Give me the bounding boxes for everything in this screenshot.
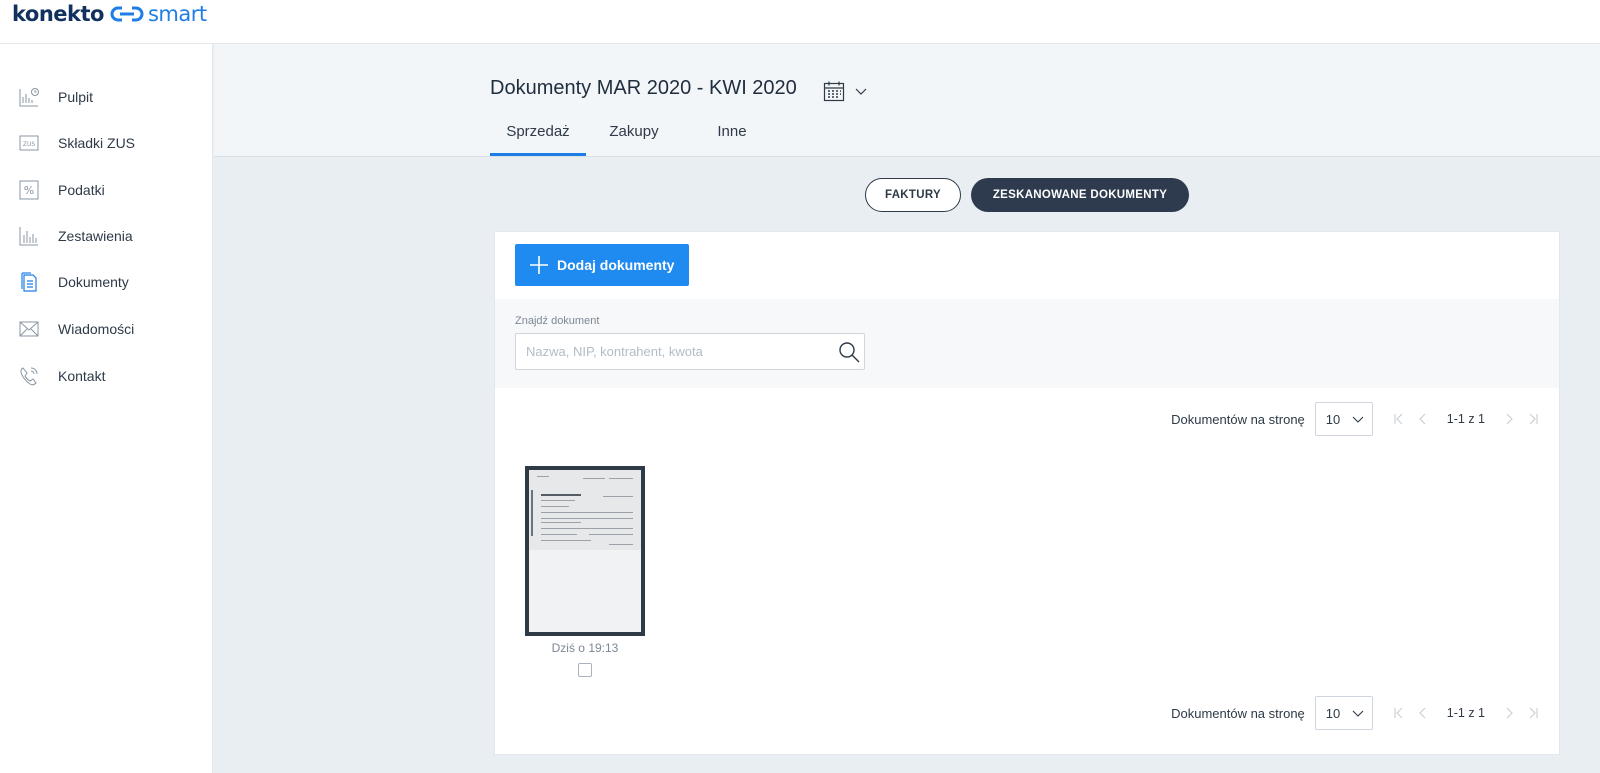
sidebar-item-label: Pulpit [58, 89, 94, 105]
page-header [214, 44, 1600, 157]
sidebar-item-dokumenty[interactable]: Dokumenty [0, 262, 213, 302]
document-thumbnail[interactable] [525, 466, 645, 636]
scanned-document-preview [529, 470, 641, 632]
per-page-value: 10 [1325, 705, 1341, 721]
search-field [515, 333, 865, 370]
chevron-down-icon [1352, 710, 1364, 717]
sidebar-item-label: Składki ZUS [58, 135, 136, 151]
link-icon [110, 6, 144, 22]
percent-icon: % [18, 179, 40, 201]
chevron-down-icon [855, 88, 867, 95]
envelope-icon [18, 318, 40, 340]
page-range: 1-1 z 1 [1446, 412, 1485, 426]
search-icon[interactable] [838, 341, 860, 363]
add-documents-label: Dodaj dokumenty [557, 257, 675, 273]
per-page-select[interactable]: 10 [1314, 402, 1373, 436]
scanned-documents-toggle-button[interactable]: ZESKANOWANE DOKUMENTY [971, 178, 1189, 212]
tab-sprzedaz[interactable]: Sprzedaż [490, 118, 586, 156]
sidebar-item-zestawienia[interactable]: Zestawienia [0, 216, 213, 256]
document-icon [18, 271, 40, 293]
percent-icon-text: % [24, 184, 34, 197]
sidebar-item-wiadomosci[interactable]: Wiadomości [0, 309, 213, 349]
sidebar-item-kontakt[interactable]: Kontakt [0, 356, 213, 396]
per-page-select[interactable]: 10 [1314, 696, 1373, 730]
search-label: Znajdź dokument [515, 315, 600, 327]
tab-zakupy[interactable]: Zakupy [596, 118, 672, 156]
sidebar-item-podatki[interactable]: % Podatki [0, 170, 213, 210]
search-input[interactable] [516, 334, 826, 369]
page-title: Dokumenty MAR 2020 - KWI 2020 [490, 77, 797, 99]
document-select-checkbox[interactable] [578, 663, 592, 677]
sidebar-item-label: Kontakt [58, 368, 106, 384]
logo-text-konekto: konekto [12, 2, 104, 26]
per-page-label: Dokumentów na stronę [1171, 705, 1305, 721]
prev-page-icon[interactable] [1411, 701, 1435, 725]
page-range: 1-1 z 1 [1446, 706, 1485, 720]
last-page-icon[interactable] [1521, 701, 1545, 725]
sidebar-item-label: Zestawienia [58, 228, 133, 244]
per-page-value: 10 [1325, 411, 1341, 427]
sidebar: Pulpit ZUS Składki ZUS % Podatki Zestawi… [0, 44, 213, 773]
per-page-label: Dokumentów na stronę [1171, 411, 1305, 427]
next-page-icon[interactable] [1497, 407, 1521, 431]
sidebar-item-label: Dokumenty [58, 274, 129, 290]
zus-icon: ZUS [18, 132, 40, 154]
add-documents-button[interactable]: Dodaj dokumenty [515, 244, 689, 286]
date-range-picker[interactable] [822, 78, 870, 104]
top-bar: konekto smart [0, 0, 1600, 44]
dashboard-icon [18, 86, 40, 108]
app-logo[interactable]: konekto smart [12, 2, 207, 26]
sidebar-item-skladki-zus[interactable]: ZUS Składki ZUS [0, 123, 213, 163]
sidebar-item-label: Podatki [58, 182, 105, 198]
logo-text-smart: smart [147, 2, 207, 26]
document-date: Dziś o 19:13 [551, 641, 619, 655]
plus-icon [529, 255, 549, 275]
pagination-top: Dokumentów na stronę 10 1-1 z 1 [1171, 402, 1545, 436]
first-page-icon[interactable] [1387, 407, 1411, 431]
chevron-down-icon [1352, 416, 1364, 423]
bar-chart-icon [18, 225, 40, 247]
invoices-toggle-button[interactable]: FAKTURY [865, 178, 961, 212]
pagination-bottom: Dokumentów na stronę 10 1-1 z 1 [1171, 696, 1545, 730]
zus-icon-text: ZUS [23, 141, 36, 148]
prev-page-icon[interactable] [1411, 407, 1435, 431]
sidebar-item-label: Wiadomości [58, 321, 135, 337]
calendar-icon [823, 81, 845, 102]
last-page-icon[interactable] [1521, 407, 1545, 431]
phone-icon [18, 365, 40, 387]
sidebar-item-pulpit[interactable]: Pulpit [0, 77, 213, 117]
documents-card: Dodaj dokumenty Znajdź dokument Dokument… [494, 231, 1560, 755]
tab-inne[interactable]: Inne [704, 118, 760, 156]
first-page-icon[interactable] [1387, 701, 1411, 725]
next-page-icon[interactable] [1497, 701, 1521, 725]
search-section: Znajdź dokument [495, 299, 1559, 388]
